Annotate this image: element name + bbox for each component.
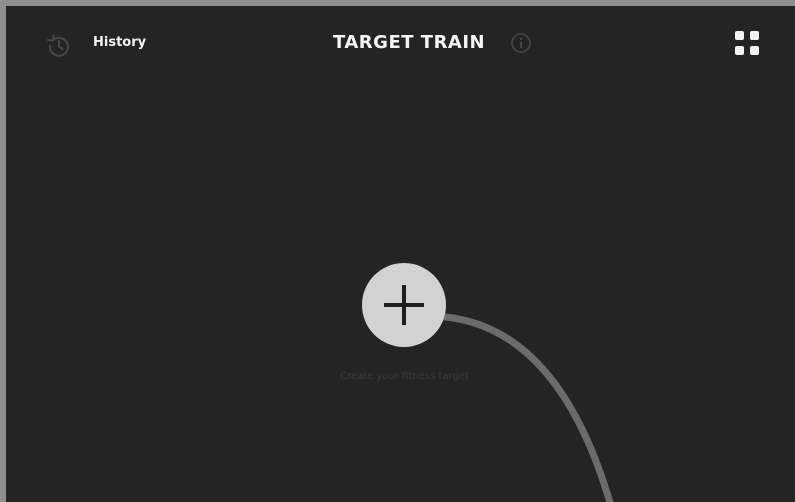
guide-arc xyxy=(427,312,614,502)
plus-icon xyxy=(384,285,424,325)
add-target-button[interactable] xyxy=(362,263,446,347)
create-target-hint: Create your fitness target xyxy=(340,371,469,382)
app-screen: History TARGET TRAIN Create your fitness… xyxy=(6,6,795,502)
